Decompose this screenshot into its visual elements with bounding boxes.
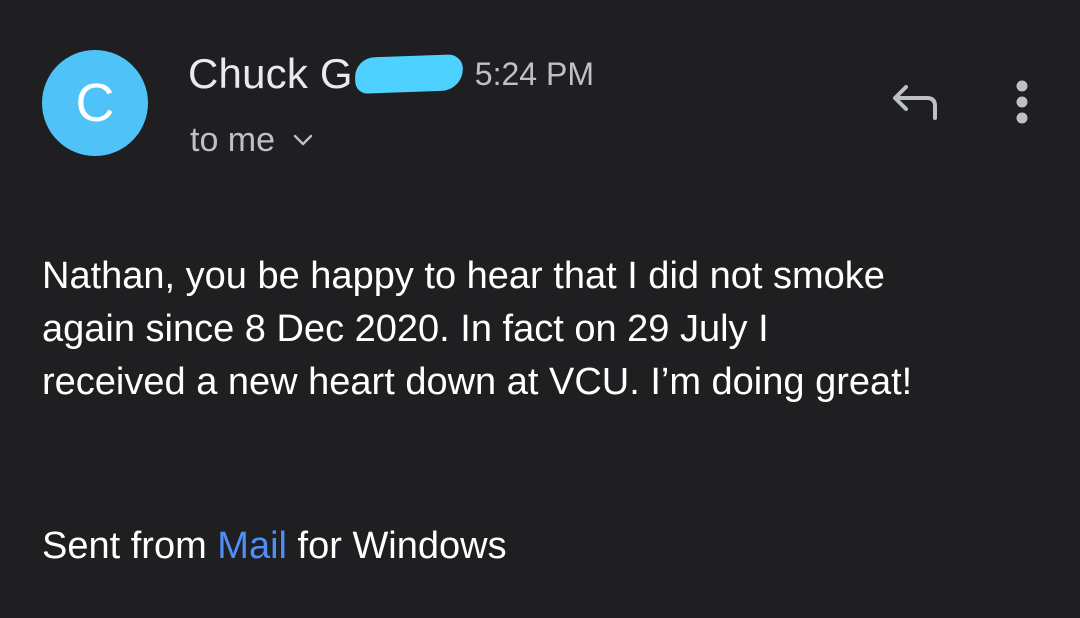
body-line: received a new heart down at VCU. I’m do… (42, 361, 913, 403)
avatar[interactable]: C (42, 50, 148, 156)
sender-header: Chuck G 5:24 PM (188, 48, 594, 100)
body-line: Nathan, you be happy to hear that I did … (42, 255, 885, 297)
redaction-mark (354, 54, 464, 94)
recipient-details-toggle[interactable]: to me (190, 118, 313, 162)
more-options-button[interactable] (1000, 76, 1044, 128)
message-body: Nathan, you be happy to hear that I did … (42, 250, 1052, 409)
email-signature: Sent from Mail for Windows (42, 520, 507, 573)
message-time: 5:24 PM (474, 55, 594, 92)
body-line: again since 8 Dec 2020. In fact on 29 Ju… (42, 308, 769, 350)
reply-icon (893, 85, 937, 120)
recipient-label: to me (190, 120, 276, 159)
signature-prefix: Sent from (42, 525, 218, 567)
chevron-down-icon (293, 133, 313, 147)
sender-name[interactable]: Chuck G (188, 50, 353, 98)
more-vertical-icon (1016, 80, 1028, 124)
avatar-letter: C (75, 73, 115, 133)
signature-suffix: for Windows (286, 525, 507, 567)
reply-button[interactable] (884, 78, 944, 126)
mail-app-link[interactable]: Mail (217, 525, 287, 567)
